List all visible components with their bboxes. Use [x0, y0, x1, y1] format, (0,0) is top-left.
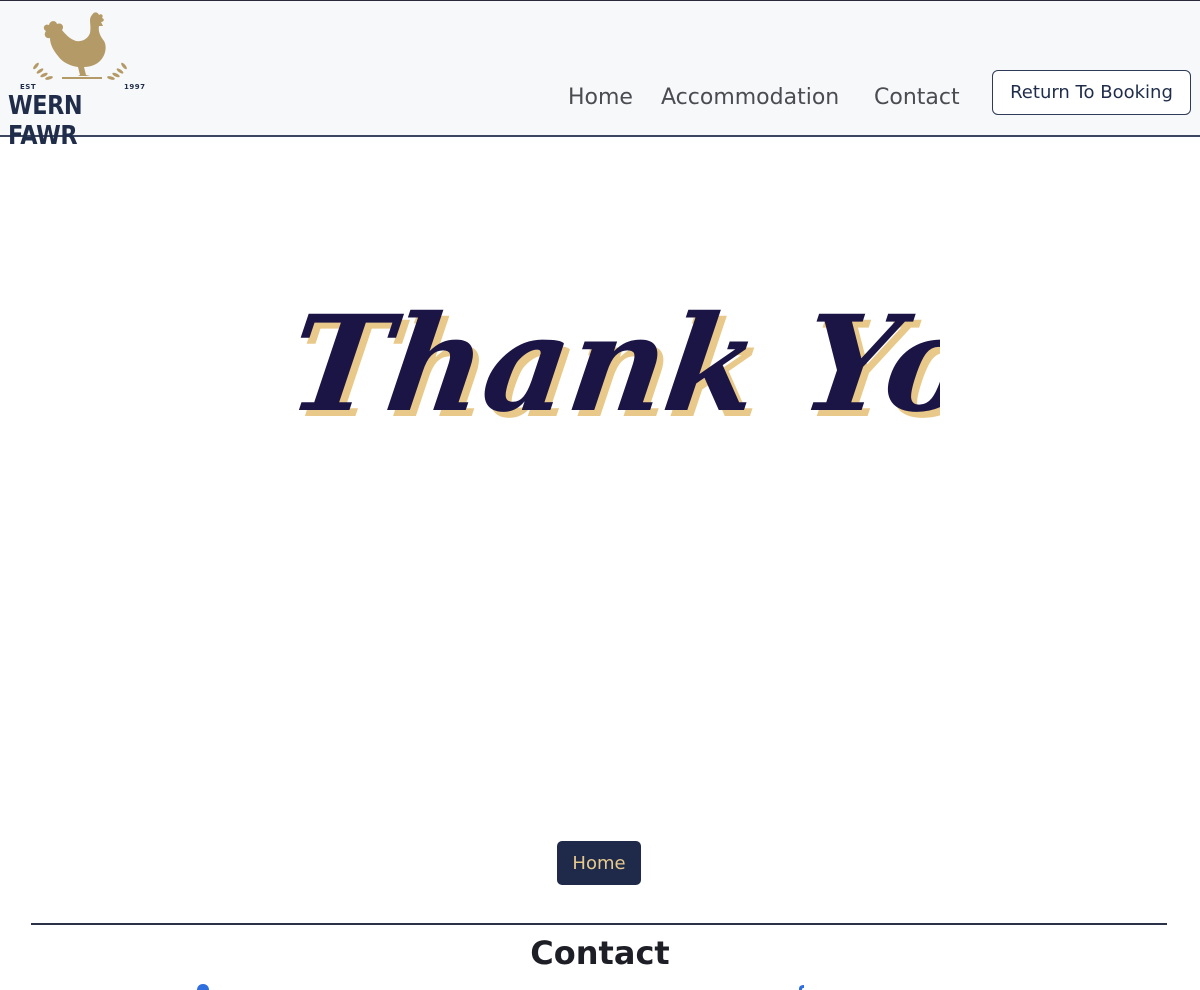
wern-fawr-logo[interactable]: EST 1997 WERN FAWR [6, 9, 160, 151]
thank-you-text: Thank You [280, 287, 940, 442]
thank-you-graphic: Thank You Thank You [280, 287, 1088, 448]
thank-you-banner: Thank You Thank You [280, 270, 1088, 448]
logo-year-text: 1997 [124, 83, 146, 91]
nav-contact-link[interactable]: Contact [874, 85, 960, 110]
contact-heading: Contact [530, 934, 670, 972]
logo-name-text: WERN FAWR [8, 91, 83, 151]
location-icon[interactable] [196, 984, 210, 990]
home-button[interactable]: Home [557, 841, 641, 885]
footer-divider [31, 923, 1167, 925]
return-to-booking-button[interactable]: Return To Booking [992, 70, 1191, 115]
nav-accommodation-link[interactable]: Accommodation [661, 85, 839, 110]
facebook-icon[interactable] [795, 984, 805, 990]
logo-est-text: EST [20, 83, 37, 91]
navbar: EST 1997 WERN FAWR Home Accommodation Co… [0, 0, 1200, 151]
nav-home-link[interactable]: Home [568, 85, 633, 110]
rooster-icon [33, 12, 127, 80]
